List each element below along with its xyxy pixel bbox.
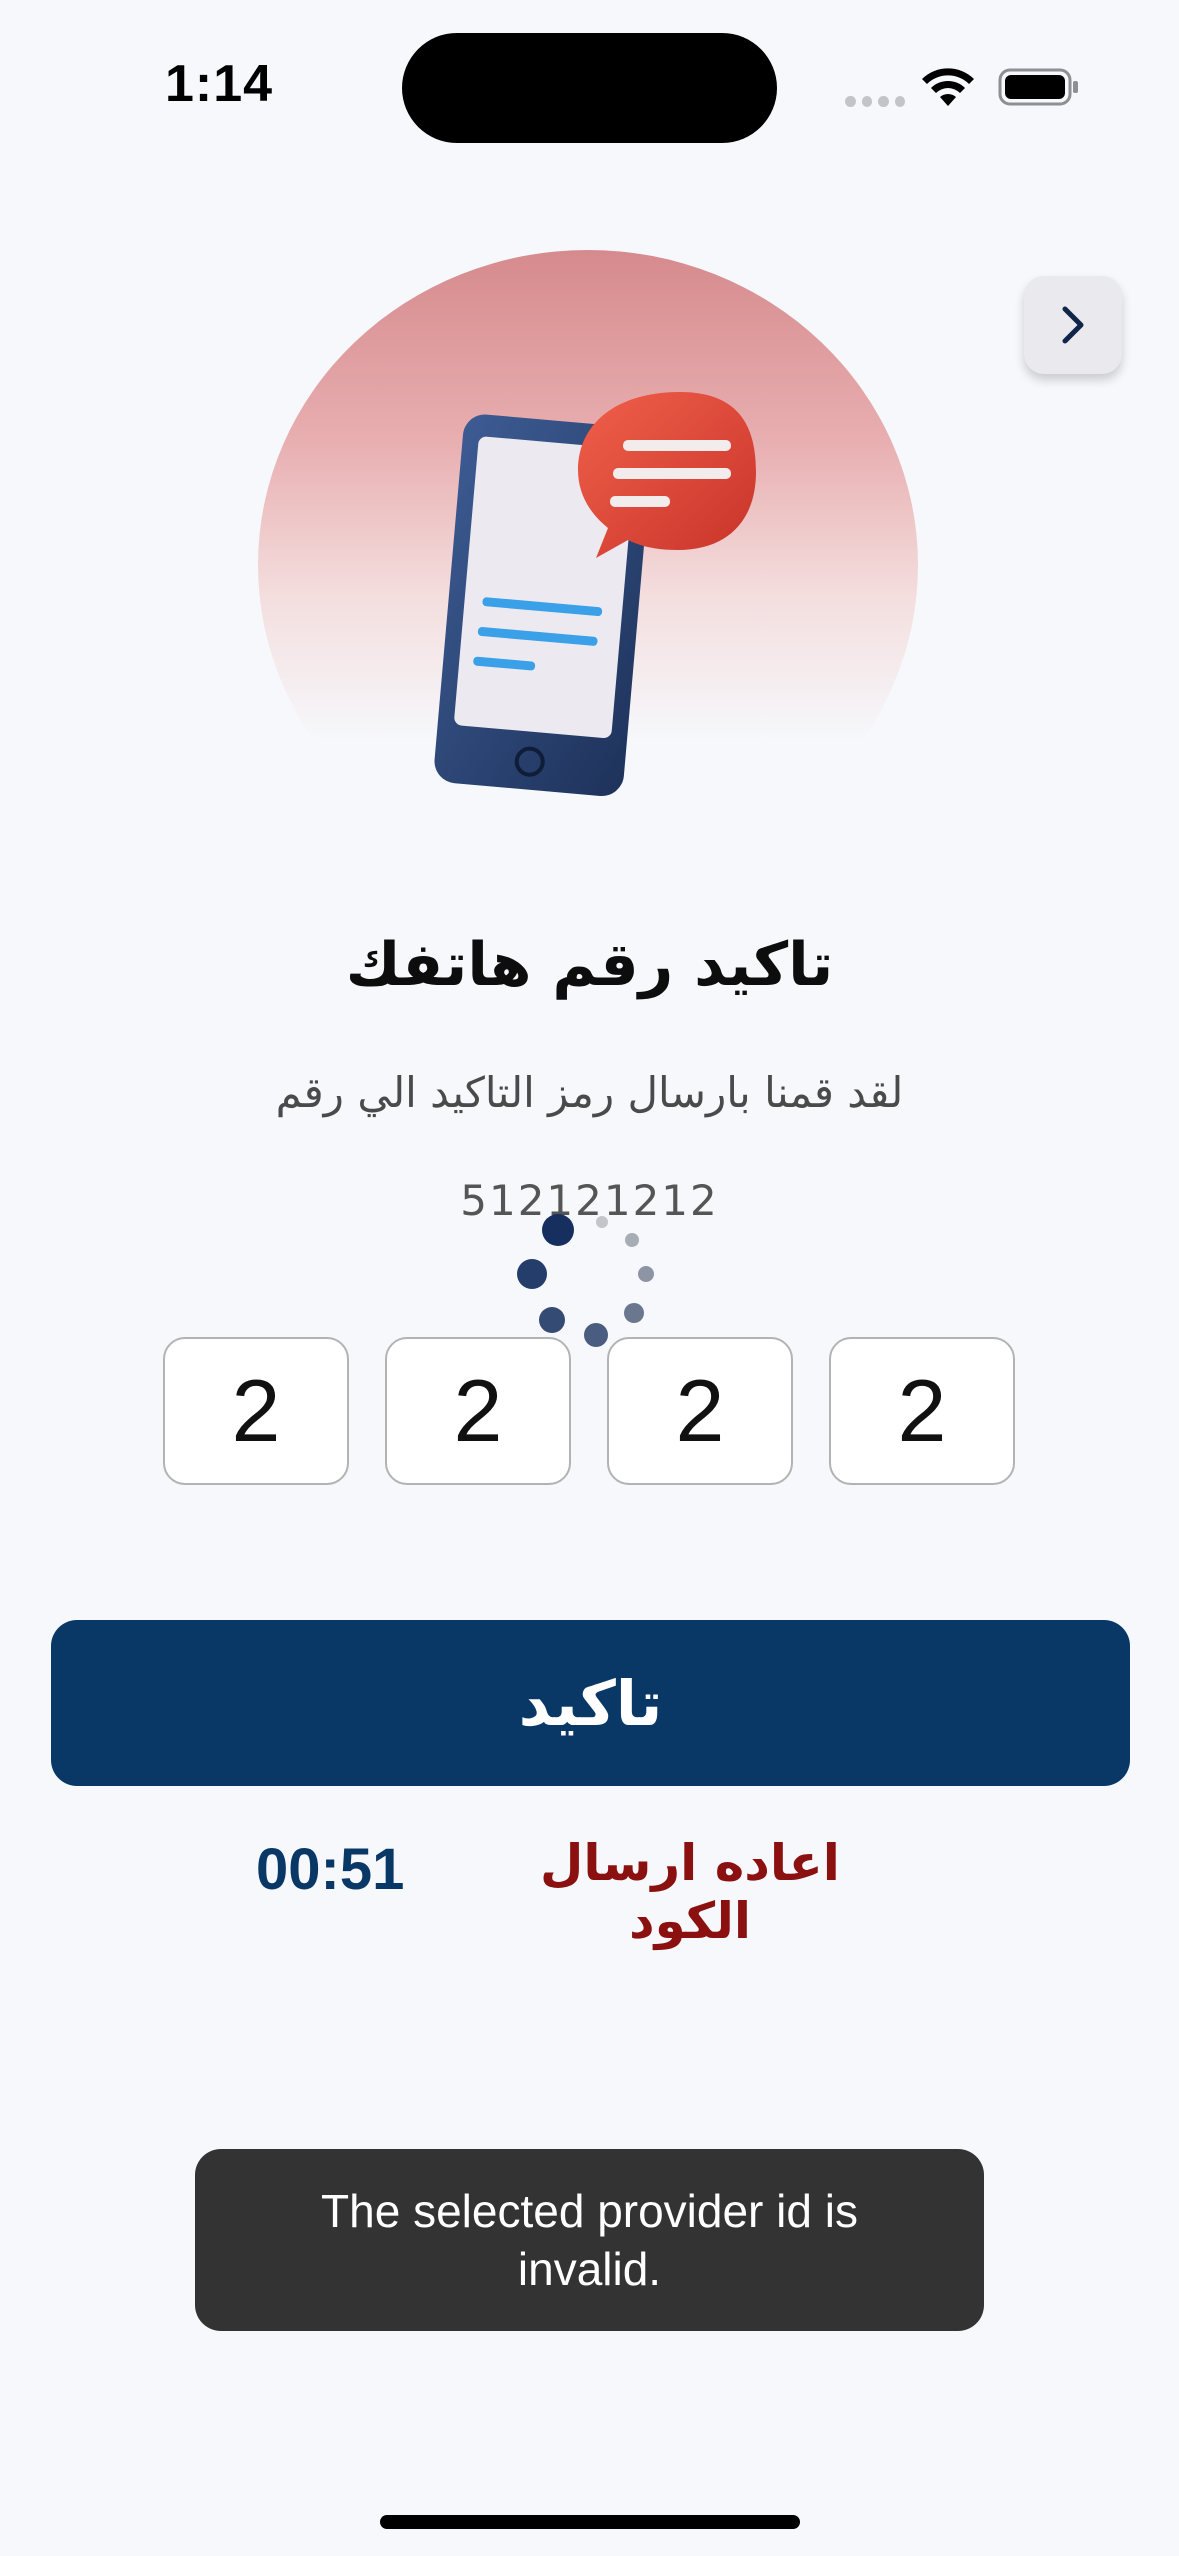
otp-digit-1[interactable]: 2 — [163, 1337, 349, 1485]
confirm-button[interactable]: تاكيد — [51, 1620, 1130, 1786]
otp-digit-4[interactable]: 2 — [829, 1337, 1015, 1485]
chevron-right-icon — [1062, 306, 1084, 344]
error-toast: The selected provider id is invalid. — [195, 2149, 984, 2331]
verification-message: لقد قمنا بارسال رمز التاكيد الي رقم — [275, 1068, 904, 1117]
resend-countdown: 00:51 — [256, 1837, 405, 1902]
home-indicator[interactable] — [380, 2515, 800, 2529]
wifi-icon — [922, 68, 974, 106]
phone-message-illustration — [434, 392, 756, 797]
back-button[interactable] — [1024, 276, 1122, 374]
confirm-button-label: تاكيد — [518, 1666, 663, 1740]
resend-code-link[interactable]: اعاده ارسال الكود — [480, 1834, 900, 1950]
cellular-signal-icon — [845, 94, 905, 108]
loading-spinner-icon — [517, 1214, 654, 1347]
dynamic-island — [402, 33, 777, 143]
battery-icon — [998, 68, 1078, 106]
status-time: 1:14 — [165, 55, 274, 113]
toast-message: The selected provider id is invalid. — [321, 2185, 858, 2295]
otp-digit-3[interactable]: 2 — [607, 1337, 793, 1485]
otp-digit-2[interactable]: 2 — [385, 1337, 571, 1485]
page-title: تاكيد رقم هاتفك — [345, 930, 834, 1000]
